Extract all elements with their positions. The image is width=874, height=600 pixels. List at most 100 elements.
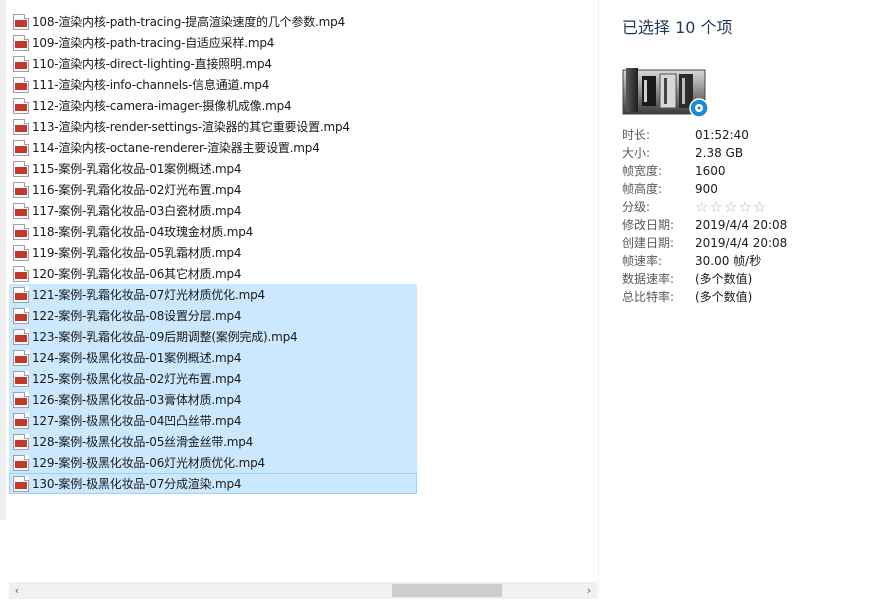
horizontal-scrollbar[interactable]: ‹ › — [9, 582, 597, 599]
file-name: 126-案例-极黑化妆品-03膏体材质.mp4 — [32, 392, 242, 407]
file-row[interactable]: 117-案例-乳霜化妆品-03白瓷材质.mp4 — [9, 200, 417, 221]
file-name: 124-案例-极黑化妆品-01案例概述.mp4 — [32, 350, 242, 365]
file-name: 129-案例-极黑化妆品-06灯光材质优化.mp4 — [32, 455, 265, 470]
mp4-file-icon — [13, 265, 29, 282]
property-label: 时长: — [622, 128, 651, 142]
file-row[interactable]: 127-案例-极黑化妆品-04凹凸丝带.mp4 — [9, 410, 417, 431]
property-value: 01:52:40 — [695, 128, 749, 142]
file-row[interactable]: 115-案例-乳霜化妆品-01案例概述.mp4 — [9, 158, 417, 179]
file-name: 128-案例-极黑化妆品-05丝滑金丝带.mp4 — [32, 434, 254, 449]
file-row[interactable]: 124-案例-极黑化妆品-01案例概述.mp4 — [9, 347, 417, 368]
file-row[interactable]: 119-案例-乳霜化妆品-05乳霜材质.mp4 — [9, 242, 417, 263]
property-value: 2019/4/4 20:08 — [695, 236, 788, 250]
file-row[interactable]: 126-案例-极黑化妆品-03膏体材质.mp4 — [9, 389, 417, 410]
file-name: 127-案例-极黑化妆品-04凹凸丝带.mp4 — [32, 413, 242, 428]
mp4-file-icon — [13, 223, 29, 240]
property-value: 1600 — [695, 164, 726, 178]
star-icon[interactable]: ☆ — [724, 198, 738, 216]
file-row[interactable]: 130-案例-极黑化妆品-07分成渲染.mp4 — [9, 473, 417, 494]
video-folder-icon — [622, 68, 709, 118]
file-row[interactable]: 109-渲染内核-path-tracing-自适应采样.mp4 — [9, 32, 417, 53]
mp4-file-icon — [13, 34, 29, 51]
file-name: 108-渲染内核-path-tracing-提高渲染速度的几个参数.mp4 — [32, 14, 346, 29]
property-row: 大小: 2.38 GB — [622, 144, 872, 162]
property-value: (多个数值) — [695, 272, 753, 286]
selection-summary: 已选择 10 个项 — [622, 18, 733, 37]
scroll-left-icon[interactable]: ‹ — [9, 583, 25, 598]
file-name: 116-案例-乳霜化妆品-02灯光布置.mp4 — [32, 182, 242, 197]
property-value: 900 — [695, 182, 718, 196]
property-value: 30.00 帧/秒 — [695, 254, 762, 268]
mp4-file-icon — [13, 76, 29, 93]
property-row: 帧速率: 30.00 帧/秒 — [622, 252, 872, 270]
property-label: 大小: — [622, 146, 651, 160]
mp4-file-icon — [13, 454, 29, 471]
file-name: 122-案例-乳霜化妆品-08设置分层.mp4 — [32, 308, 242, 323]
mp4-file-icon — [13, 118, 29, 135]
file-name: 120-案例-乳霜化妆品-06其它材质.mp4 — [32, 266, 242, 281]
file-name: 125-案例-极黑化妆品-02灯光布置.mp4 — [32, 371, 242, 386]
file-row[interactable]: 108-渲染内核-path-tracing-提高渲染速度的几个参数.mp4 — [9, 11, 417, 32]
property-label: 修改日期: — [622, 218, 675, 232]
properties-list: 时长: 01:52:40 大小: 2.38 GB 帧宽度: 1600 帧高度: 900 分级: ☆… — [622, 126, 872, 306]
property-row: 帧宽度: 1600 — [622, 162, 872, 180]
file-row[interactable]: 116-案例-乳霜化妆品-02灯光布置.mp4 — [9, 179, 417, 200]
property-label: 总比特率: — [622, 290, 675, 304]
star-icon[interactable]: ☆ — [738, 198, 752, 216]
file-name: 114-渲染内核-octane-renderer-渲染器主要设置.mp4 — [32, 140, 320, 155]
mp4-file-icon — [13, 160, 29, 177]
file-name: 115-案例-乳霜化妆品-01案例概述.mp4 — [32, 161, 242, 176]
mp4-file-icon — [13, 349, 29, 366]
file-name: 119-案例-乳霜化妆品-05乳霜材质.mp4 — [32, 245, 242, 260]
property-label: 帧速率: — [622, 254, 663, 268]
file-row[interactable]: 110-渲染内核-direct-lighting-直接照明.mp4 — [9, 53, 417, 74]
property-value: 2.38 GB — [695, 146, 744, 160]
file-row[interactable]: 125-案例-极黑化妆品-02灯光布置.mp4 — [9, 368, 417, 389]
file-row[interactable]: 121-案例-乳霜化妆品-07灯光材质优化.mp4 — [9, 284, 417, 305]
star-icon[interactable]: ☆ — [753, 198, 767, 216]
file-row[interactable]: 112-渲染内核-camera-imager-摄像机成像.mp4 — [9, 95, 417, 116]
mp4-file-icon — [13, 55, 29, 72]
mp4-file-icon — [13, 328, 29, 345]
mp4-file-icon — [13, 286, 29, 303]
mp4-file-icon — [13, 181, 29, 198]
file-name: 109-渲染内核-path-tracing-自适应采样.mp4 — [32, 35, 275, 50]
mp4-file-icon — [13, 244, 29, 261]
file-row[interactable]: 123-案例-乳霜化妆品-09后期调整(案例完成).mp4 — [9, 326, 417, 347]
mp4-file-icon — [13, 13, 29, 30]
rating-stars[interactable]: ☆☆☆☆☆ — [695, 198, 767, 216]
file-name: 111-渲染内核-info-channels-信息通道.mp4 — [32, 77, 270, 92]
mp4-file-icon — [13, 370, 29, 387]
mp4-file-icon — [13, 391, 29, 408]
property-label: 帧宽度: — [622, 164, 663, 178]
file-row[interactable]: 111-渲染内核-info-channels-信息通道.mp4 — [9, 74, 417, 95]
star-icon[interactable]: ☆ — [695, 198, 709, 216]
file-name: 130-案例-极黑化妆品-07分成渲染.mp4 — [32, 476, 242, 491]
mp4-file-icon — [13, 475, 29, 492]
file-list: 108-渲染内核-path-tracing-提高渲染速度的几个参数.mp4 109… — [9, 11, 599, 494]
file-row[interactable]: 128-案例-极黑化妆品-05丝滑金丝带.mp4 — [9, 431, 417, 452]
property-value: (多个数值) — [695, 290, 753, 304]
file-row[interactable]: 129-案例-极黑化妆品-06灯光材质优化.mp4 — [9, 452, 417, 473]
file-row[interactable]: 118-案例-乳霜化妆品-04玫瑰金材质.mp4 — [9, 221, 417, 242]
file-row[interactable]: 114-渲染内核-octane-renderer-渲染器主要设置.mp4 — [9, 137, 417, 158]
file-row[interactable]: 113-渲染内核-render-settings-渲染器的其它重要设置.mp4 — [9, 116, 417, 137]
mp4-file-icon — [13, 202, 29, 219]
file-name: 123-案例-乳霜化妆品-09后期调整(案例完成).mp4 — [32, 329, 298, 344]
scroll-right-icon[interactable]: › — [581, 583, 597, 598]
file-name: 121-案例-乳霜化妆品-07灯光材质优化.mp4 — [32, 287, 265, 302]
file-name: 110-渲染内核-direct-lighting-直接照明.mp4 — [32, 56, 272, 71]
property-label: 创建日期: — [622, 236, 675, 250]
property-row: 数据速率: (多个数值) — [622, 270, 872, 288]
scrollbar-thumb[interactable] — [392, 584, 502, 597]
property-label: 数据速率: — [622, 272, 675, 286]
file-row[interactable]: 122-案例-乳霜化妆品-08设置分层.mp4 — [9, 305, 417, 326]
property-label: 分级: — [622, 200, 651, 214]
property-row: 修改日期: 2019/4/4 20:08 — [622, 216, 872, 234]
mp4-file-icon — [13, 97, 29, 114]
mp4-file-icon — [13, 412, 29, 429]
property-row: 帧高度: 900 — [622, 180, 872, 198]
file-row[interactable]: 120-案例-乳霜化妆品-06其它材质.mp4 — [9, 263, 417, 284]
mp4-file-icon — [13, 433, 29, 450]
star-icon[interactable]: ☆ — [709, 198, 723, 216]
